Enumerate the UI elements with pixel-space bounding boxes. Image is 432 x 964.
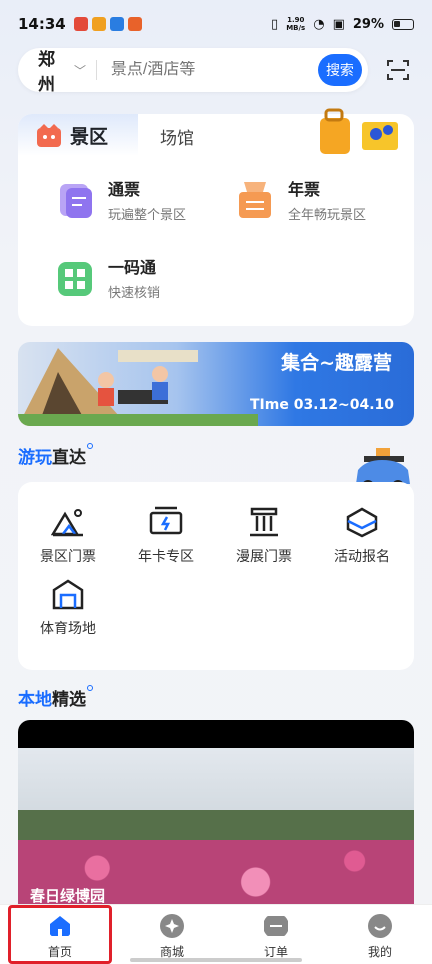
card-icon xyxy=(149,506,183,535)
home-icon xyxy=(50,916,70,936)
app-notification-icon xyxy=(109,17,124,31)
banner-title: 集合~趣露营 xyxy=(281,352,392,374)
dot-icon xyxy=(87,443,93,449)
ticket-title: 一码通 xyxy=(108,258,157,277)
ticket-subtitle: 快速核销 xyxy=(108,286,161,301)
tab-scenic[interactable]: 景区 xyxy=(18,114,138,156)
network-speed: 1.90 MB/s xyxy=(286,16,306,32)
featured-photo-card[interactable]: 春日绿博园 xyxy=(18,720,414,910)
tab-scenic-label: 景区 xyxy=(70,125,109,148)
city-selector[interactable]: 郑州 xyxy=(38,45,68,95)
bottom-nav-orders[interactable]: 订单 xyxy=(224,905,328,964)
search-row: 郑州 ﹀ 搜索 xyxy=(18,45,418,95)
quick-nav-card: 景区门票 年卡专区 漫展门票 活动报名 体育场地 xyxy=(18,482,414,670)
scenic-tab-icon xyxy=(37,124,61,147)
bottom-nav-mall[interactable]: 商城 xyxy=(120,905,224,964)
museum-icon xyxy=(250,507,278,537)
annual-ticket-icon xyxy=(239,181,271,218)
home-indicator[interactable] xyxy=(130,958,302,962)
bottom-nav-profile[interactable]: 我的 xyxy=(328,905,432,964)
nav-annual-card[interactable]: 年卡专区 xyxy=(126,506,206,566)
ticket-item-annual[interactable]: 年票 全年畅玩景区 xyxy=(236,176,366,223)
wifi-icon: ◔ xyxy=(313,16,325,32)
tab-venue[interactable]: 场馆 xyxy=(160,124,194,149)
ticket-title: 年票 xyxy=(288,180,321,199)
nav-event-signup[interactable]: 活动报名 xyxy=(322,506,402,566)
status-bar: 14:34 ▯ 1.90 MB/s ◔ ▣ 29% xyxy=(0,0,432,48)
order-icon xyxy=(264,916,288,936)
ticket-title: 通票 xyxy=(108,180,141,199)
search-button[interactable]: 搜索 xyxy=(317,54,362,86)
battery-percent: 29% xyxy=(352,16,384,32)
dot-icon xyxy=(87,685,93,691)
search-box: 郑州 ﹀ 搜索 xyxy=(18,45,368,95)
app-notification-icon xyxy=(91,17,106,31)
pass-ticket-icon xyxy=(60,183,92,218)
nav-sports-venue[interactable]: 体育场地 xyxy=(28,578,108,638)
ticket-item-pass[interactable]: 通票 玩遍整个景区 xyxy=(56,176,186,223)
scan-icon[interactable] xyxy=(386,58,410,82)
battery-icon xyxy=(392,18,414,30)
sim-icon: ▣ xyxy=(332,16,345,32)
profile-icon xyxy=(368,914,392,938)
qr-code-icon xyxy=(58,261,92,296)
ticket-subtitle: 玩遍整个景区 xyxy=(108,208,187,223)
bottom-nav-home[interactable]: 首页 xyxy=(8,905,112,964)
ring-icon xyxy=(346,507,378,538)
chevron-down-icon[interactable]: ﹀ xyxy=(74,62,86,79)
divider xyxy=(96,60,97,80)
section-title-play: 游玩直达 xyxy=(18,443,93,468)
status-time: 14:34 xyxy=(18,15,66,33)
search-input[interactable] xyxy=(110,61,318,79)
banner-date: TIme 03.12~04.10 xyxy=(249,397,394,413)
nav-scenic-ticket[interactable]: 景区门票 xyxy=(28,506,108,566)
nav-exhibition-ticket[interactable]: 漫展门票 xyxy=(224,506,304,566)
section-title-local: 本地精选 xyxy=(18,685,93,710)
mall-icon xyxy=(160,914,184,938)
stadium-icon xyxy=(52,579,84,610)
ticket-item-code[interactable]: 一码通 快速核销 xyxy=(56,254,160,301)
notification-icons xyxy=(73,17,142,31)
app-notification-icon xyxy=(127,17,142,31)
photo-caption: 春日绿博园 xyxy=(30,887,106,905)
ticket-subtitle: 全年畅玩景区 xyxy=(288,208,367,223)
app-notification-icon xyxy=(73,17,88,31)
bottom-nav: 首页 商城 订单 我的 xyxy=(0,904,432,964)
vibrate-icon: ▯ xyxy=(271,16,279,32)
mountain-ticket-icon xyxy=(51,509,83,537)
camping-banner[interactable]: 集合~趣露营 TIme 03.12~04.10 xyxy=(18,342,414,426)
ticket-tabs: 景区 场馆 xyxy=(18,108,414,156)
luggage-illustration-icon xyxy=(320,108,398,154)
ticket-card: 景区 场馆 通票 玩遍整个景区 年票 全年畅玩景区 一码通 快速核销 xyxy=(18,108,414,326)
